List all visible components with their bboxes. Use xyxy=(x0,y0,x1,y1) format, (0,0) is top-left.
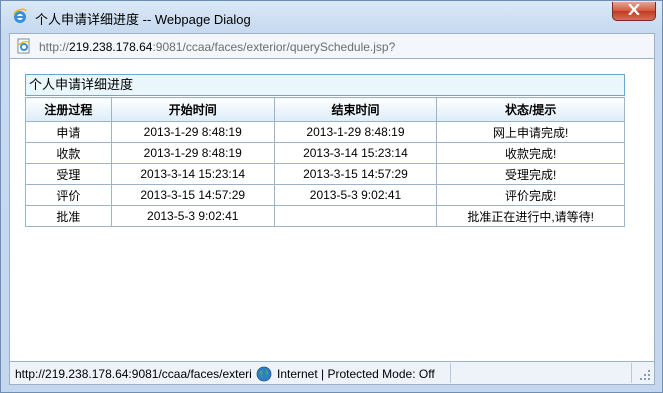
cell-start-time: 2013-3-15 14:57:29 xyxy=(110,184,275,206)
header-end-time: 结束时间 xyxy=(273,97,438,122)
url-host: 219.238.178.64 xyxy=(69,40,153,54)
window-title: 个人申请详细进度 -- Webpage Dialog xyxy=(35,12,251,27)
cell-start-time: 2013-1-29 8:48:19 xyxy=(110,121,275,143)
status-bar: http://219.238.178.64:9081/ccaa/faces/ex… xyxy=(9,361,655,385)
cell-status: 网上申请完成! xyxy=(436,121,625,143)
url-prefix: http:// xyxy=(39,40,70,54)
address-bar[interactable]: http://219.238.178.64:9081/ccaa/faces/ex… xyxy=(9,33,655,59)
url-path: :9081/ccaa/faces/exterior/querySchedule.… xyxy=(152,40,396,54)
cell-end-time: 2013-1-29 8:48:19 xyxy=(273,121,438,143)
table-row: 收款 2013-1-29 8:48:19 2013-3-14 15:23:14 … xyxy=(25,142,625,164)
table-row: 批准 2013-5-3 9:02:41 批准正在进行中,请等待! xyxy=(25,205,625,227)
table-row: 评价 2013-3-15 14:57:29 2013-5-3 9:02:41 评… xyxy=(25,184,625,206)
cell-process: 评价 xyxy=(25,184,112,206)
table-row: 申请 2013-1-29 8:48:19 2013-1-29 8:48:19 网… xyxy=(25,121,625,143)
cell-status: 受理完成! xyxy=(436,163,625,185)
cell-process: 批准 xyxy=(25,205,112,227)
cell-end-time xyxy=(273,205,438,227)
header-start-time: 开始时间 xyxy=(110,97,275,122)
address-url: http://219.238.178.64:9081/ccaa/faces/ex… xyxy=(39,40,395,54)
header-process: 注册过程 xyxy=(25,97,112,122)
cell-start-time: 2013-1-29 8:48:19 xyxy=(110,142,275,164)
title-bar[interactable]: 个人申请详细进度 -- Webpage Dialog xyxy=(1,1,662,33)
header-status: 状态/提示 xyxy=(436,97,625,122)
status-divider xyxy=(450,363,451,383)
globe-icon xyxy=(256,366,272,382)
cell-process: 收款 xyxy=(25,142,112,164)
cell-status: 收款完成! xyxy=(436,142,625,164)
schedule-table: 注册过程 开始时间 结束时间 状态/提示 申请 2013-1-29 8:48:1… xyxy=(25,97,625,227)
cell-start-time: 2013-3-14 15:23:14 xyxy=(110,163,275,185)
cell-end-time: 2013-3-14 15:23:14 xyxy=(273,142,438,164)
table-header-row: 注册过程 开始时间 结束时间 状态/提示 xyxy=(25,97,625,122)
cell-status: 评价完成! xyxy=(436,184,625,206)
resize-grip-icon[interactable] xyxy=(638,368,652,382)
cell-process: 受理 xyxy=(25,163,112,185)
ie-logo-icon xyxy=(12,8,28,24)
panel-title: 个人申请详细进度 xyxy=(25,74,625,96)
cell-end-time: 2013-3-15 14:57:29 xyxy=(273,163,438,185)
cell-start-time: 2013-5-3 9:02:41 xyxy=(110,205,275,227)
close-button[interactable] xyxy=(612,2,656,21)
status-zone: Internet | Protected Mode: Off xyxy=(277,367,435,381)
status-divider xyxy=(631,363,632,383)
page-content: 个人申请详细进度 注册过程 开始时间 结束时间 状态/提示 申请 2013-1-… xyxy=(9,59,655,361)
cell-process: 申请 xyxy=(25,121,112,143)
dialog-window: 个人申请详细进度 -- Webpage Dialog http://219.23… xyxy=(0,0,663,393)
page-icon xyxy=(16,38,32,54)
close-icon xyxy=(628,2,640,20)
cell-status: 批准正在进行中,请等待! xyxy=(436,205,625,227)
status-url: http://219.238.178.64:9081/ccaa/faces/ex… xyxy=(15,367,251,381)
cell-end-time: 2013-5-3 9:02:41 xyxy=(273,184,438,206)
table-row: 受理 2013-3-14 15:23:14 2013-3-15 14:57:29… xyxy=(25,163,625,185)
